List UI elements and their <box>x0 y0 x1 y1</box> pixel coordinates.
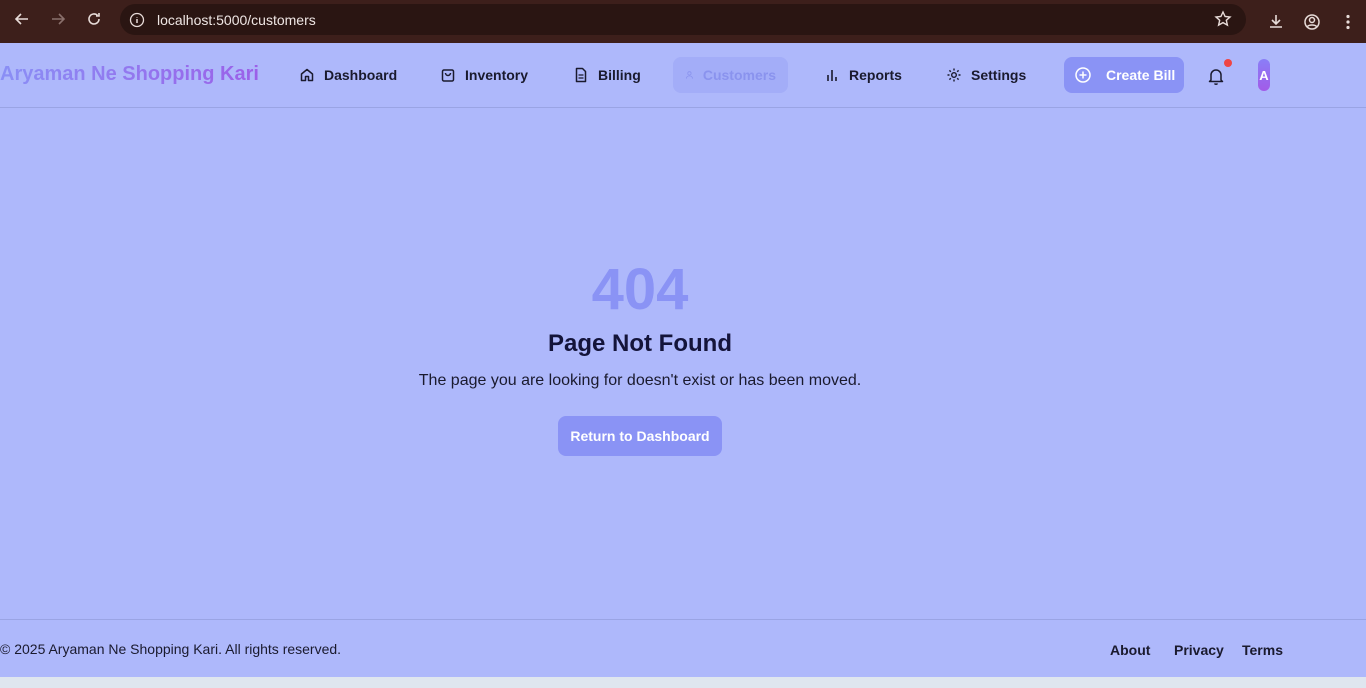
notification-dot <box>1224 59 1232 67</box>
plus-circle-icon <box>1075 67 1091 83</box>
profile-button[interactable] <box>1294 4 1330 40</box>
nav-label: Dashboard <box>324 67 398 83</box>
return-to-dashboard-button[interactable]: Return to Dashboard <box>558 416 722 456</box>
arrow-right-icon <box>52 13 66 25</box>
create-bill-button[interactable]: Create Bill <box>1064 57 1184 93</box>
footer-link-privacy[interactable]: Privacy <box>1174 642 1224 658</box>
home-icon <box>300 68 314 82</box>
bag-icon <box>441 69 455 82</box>
kebab-menu-icon <box>1346 14 1350 29</box>
nav-dashboard[interactable]: Dashboard <box>287 57 409 93</box>
error-description: The page you are looking for doesn't exi… <box>418 372 862 389</box>
page-title: Page Not Found <box>548 330 732 357</box>
footer: © 2025 Aryaman Ne Shopping Kari. All rig… <box>0 619 1366 677</box>
nav-label: Settings <box>971 67 1027 83</box>
bell-icon <box>1208 69 1224 86</box>
nav-settings[interactable]: Settings <box>934 57 1038 93</box>
nav-label: Reports <box>849 67 902 83</box>
nav-reports[interactable]: Reports <box>812 57 914 93</box>
download-button[interactable] <box>1258 4 1294 40</box>
site-info-icon[interactable] <box>126 9 148 31</box>
user-icon <box>685 71 693 79</box>
address-bar[interactable]: localhost:5000/customers <box>120 4 1246 35</box>
nav-billing[interactable]: Billing <box>561 57 653 93</box>
copyright-text: © 2025 Aryaman Ne Shopping Kari. All rig… <box>0 641 342 657</box>
nav-customers[interactable]: Customers <box>673 57 788 93</box>
create-bill-label: Create Bill <box>1106 67 1176 83</box>
footer-link-about[interactable]: About <box>1110 642 1150 658</box>
nav-label: Customers <box>702 67 776 83</box>
gear-icon <box>947 68 961 82</box>
download-icon <box>1270 14 1282 28</box>
bar-chart-icon <box>827 70 837 81</box>
error-code: 404 <box>591 257 689 322</box>
reload-icon <box>88 13 100 25</box>
nav-label: Billing <box>598 67 641 83</box>
footer-link-terms[interactable]: Terms <box>1242 642 1283 658</box>
bookmark-star-icon[interactable] <box>1214 10 1232 33</box>
forward-button[interactable] <box>40 1 76 37</box>
nav-inventory[interactable]: Inventory <box>428 57 540 93</box>
url-text: localhost:5000/customers <box>157 11 316 28</box>
avatar[interactable]: A <box>1258 59 1270 91</box>
nav-label: Inventory <box>465 67 529 83</box>
os-taskbar <box>0 677 1366 688</box>
arrow-left-icon <box>14 13 28 25</box>
brand-logo-text[interactable]: Aryaman Ne Shopping Kari <box>0 63 259 86</box>
reload-button[interactable] <box>76 1 112 37</box>
profile-icon <box>1304 13 1320 30</box>
file-icon <box>575 67 587 83</box>
menu-button[interactable] <box>1330 4 1366 40</box>
back-button[interactable] <box>4 1 40 37</box>
app-header: Aryaman Ne Shopping Kari Dashboard Inven… <box>0 43 1366 108</box>
browser-toolbar: localhost:5000/customers <box>0 0 1366 43</box>
notifications-button[interactable] <box>1205 65 1227 87</box>
main-content: 404 Page Not Found The page you are look… <box>0 108 1366 619</box>
